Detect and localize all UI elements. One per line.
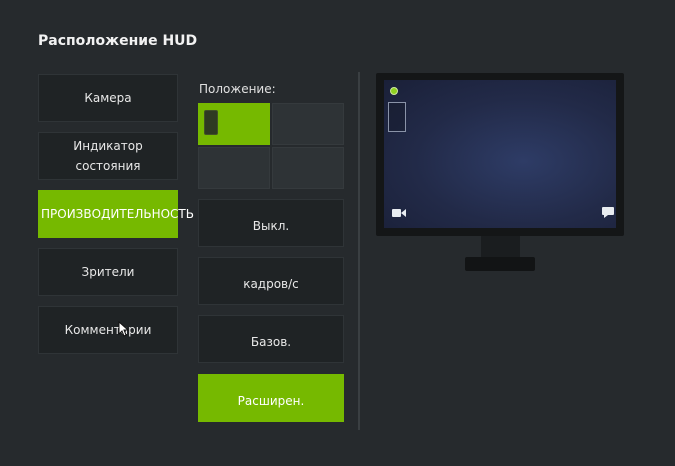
category-camera-label: Камера: [84, 91, 132, 105]
category-comments-label: Комментарии: [64, 323, 152, 337]
page-title: Расположение HUD: [38, 33, 198, 49]
level-basic-button[interactable]: Базов.: [198, 315, 344, 363]
category-camera-button[interactable]: Камера: [38, 74, 178, 122]
position-bottom-left-cell[interactable]: [198, 147, 270, 189]
position-bottom-right-cell[interactable]: [272, 147, 344, 189]
category-status-indicator-label: Индикатор состояния: [73, 139, 143, 173]
chat-icon: [602, 207, 614, 218]
category-performance-label: ПРОИЗВОДИТЕЛЬНОСТЬ: [41, 207, 194, 221]
vertical-divider: [358, 72, 360, 430]
level-basic-label: Базов.: [250, 335, 292, 349]
position-top-right-cell[interactable]: [272, 103, 344, 145]
category-performance-button[interactable]: ПРОИЗВОДИТЕЛЬНОСТЬ: [38, 190, 194, 238]
category-status-indicator-button[interactable]: Индикатор состояния: [38, 132, 178, 180]
hud-preview-panel: [388, 102, 406, 132]
monitor-preview: [376, 73, 624, 236]
status-dot-icon: [390, 87, 398, 95]
category-comments-button[interactable]: Комментарии: [38, 306, 178, 354]
monitor-stand-neck: [481, 236, 520, 258]
level-off-label: Выкл.: [252, 219, 290, 233]
category-viewers-label: Зрители: [81, 265, 135, 279]
hud-marker: [204, 110, 218, 135]
position-top-left-cell[interactable]: [198, 103, 270, 145]
category-viewers-button[interactable]: Зрители: [38, 248, 178, 296]
level-off-button[interactable]: Выкл.: [198, 199, 344, 247]
mouse-cursor-icon: [118, 321, 130, 337]
level-advanced-button[interactable]: Расширен.: [198, 374, 344, 422]
level-fps-button[interactable]: кадров/с: [198, 257, 344, 305]
position-label: Положение:: [199, 82, 276, 96]
level-advanced-label: Расширен.: [237, 394, 305, 408]
monitor-stand-base: [465, 257, 535, 271]
monitor-screen: [384, 80, 616, 228]
camera-icon: [392, 209, 406, 217]
level-fps-label: кадров/с: [243, 277, 299, 291]
position-grid: [198, 103, 344, 189]
